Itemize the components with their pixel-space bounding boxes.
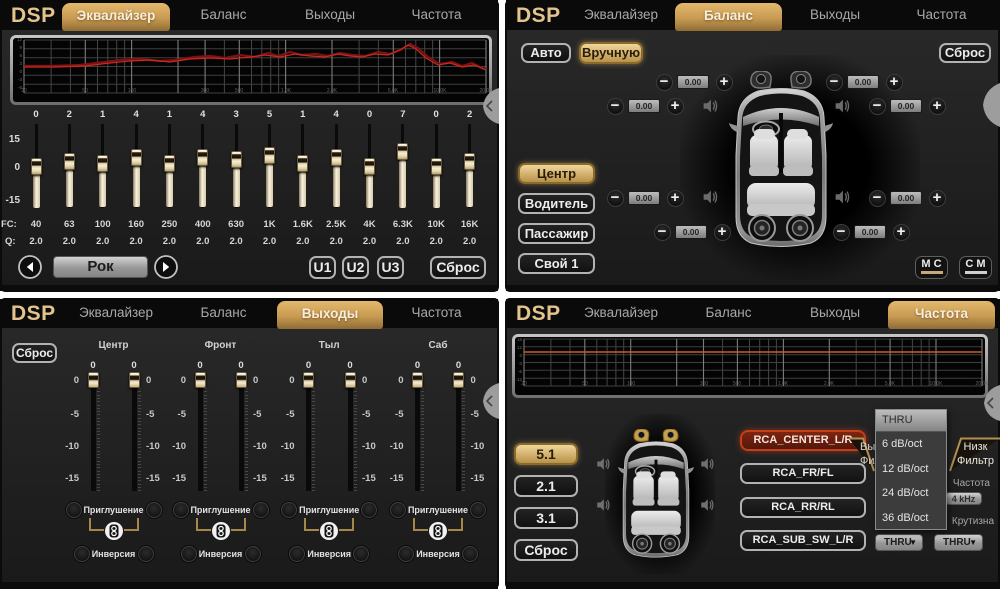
svg-text:500: 500	[235, 88, 244, 94]
svg-text:-3: -3	[18, 77, 22, 82]
svg-text:10.0K: 10.0K	[433, 88, 447, 94]
svg-text:5.0K: 5.0K	[388, 88, 399, 94]
svg-text:12: 12	[517, 345, 523, 350]
svg-text:20: 20	[521, 381, 527, 387]
svg-text:2.0K: 2.0K	[327, 88, 338, 94]
svg-text:1.0K: 1.0K	[778, 381, 789, 387]
svg-text:5.0K: 5.0K	[885, 381, 896, 387]
svg-text:-6: -6	[518, 369, 522, 374]
svg-text:100: 100	[627, 381, 636, 387]
svg-text:300: 300	[700, 381, 709, 387]
svg-text:-6: -6	[18, 85, 22, 90]
svg-text:2.0K: 2.0K	[824, 381, 835, 387]
svg-text:50: 50	[82, 88, 88, 94]
svg-text:12: 12	[17, 37, 23, 42]
svg-text:500: 500	[733, 381, 742, 387]
svg-text:20: 20	[21, 88, 27, 94]
svg-text:50: 50	[582, 381, 588, 387]
svg-text:300: 300	[201, 88, 210, 94]
svg-text:100: 100	[128, 88, 137, 94]
svg-text:-12: -12	[515, 377, 522, 382]
svg-text:1.0K: 1.0K	[281, 88, 292, 94]
svg-text:10.0K: 10.0K	[929, 381, 943, 387]
svg-text:18: 18	[517, 337, 523, 342]
